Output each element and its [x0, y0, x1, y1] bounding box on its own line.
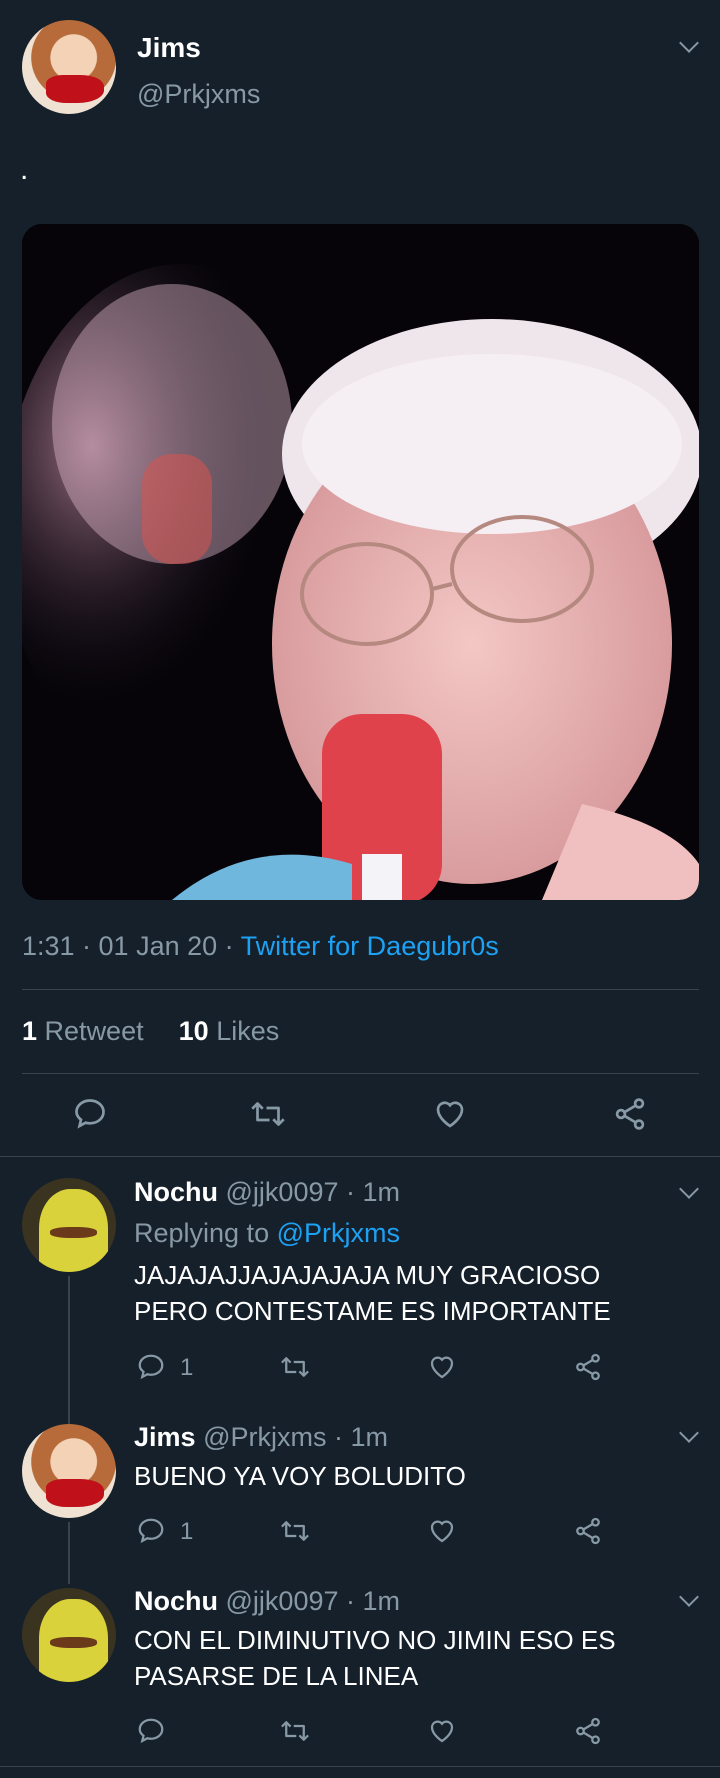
chevron-down-icon[interactable] [679, 33, 699, 53]
share-icon[interactable] [612, 1096, 648, 1132]
chevron-down-icon[interactable] [679, 1179, 699, 1199]
reply-author-name[interactable]: Nochu [134, 1586, 218, 1616]
divider [22, 1073, 699, 1074]
like-icon[interactable] [427, 1516, 457, 1546]
reply-meta: @jjk0097 · 1m [225, 1177, 400, 1207]
reply-count: 1 [180, 1354, 194, 1381]
reply-avatar[interactable] [22, 1588, 116, 1682]
retweets-stat[interactable]: 1 Retweet [22, 1016, 144, 1046]
replying-to: Replying to @Prkjxms [134, 1218, 400, 1248]
author-name[interactable]: Jims [137, 32, 201, 64]
chevron-down-icon[interactable] [679, 1423, 699, 1443]
reply-header: Nochu @jjk0097 · 1m [134, 1177, 400, 1208]
reply-text: CON EL DIMINUTIVO NO JIMIN ESO ES PASARS… [134, 1625, 616, 1691]
tweet-source[interactable]: Twitter for Daegubr0s [241, 931, 499, 961]
thread-line [68, 1276, 70, 1426]
like-icon[interactable] [427, 1352, 457, 1382]
like-icon[interactable] [427, 1716, 457, 1746]
author-avatar[interactable] [22, 20, 116, 114]
like-icon[interactable] [432, 1096, 468, 1132]
reply-icon[interactable] [136, 1352, 166, 1382]
retweet-icon[interactable] [248, 1096, 288, 1132]
tweet-timestamp-row: 1:31 · 01 Jan 20 · Twitter for Daegubr0s [22, 931, 499, 962]
reply-meta: @jjk0097 · 1m [225, 1586, 400, 1616]
tweet-timestamp: 1:31 · 01 Jan 20 · [22, 931, 241, 961]
tweet-photo[interactable] [22, 224, 699, 900]
divider [0, 1766, 720, 1767]
tweet-stats: 1 Retweet 10 Likes [22, 1016, 279, 1047]
author-handle[interactable]: @Prkjxms [137, 79, 260, 110]
reply-icon[interactable] [136, 1516, 166, 1546]
divider [22, 989, 699, 990]
thread-line [68, 1522, 70, 1584]
reply-count: 1 [180, 1518, 194, 1545]
retweet-icon[interactable] [278, 1516, 312, 1546]
share-icon[interactable] [573, 1352, 603, 1382]
reply-header: Nochu @jjk0097 · 1m [134, 1586, 400, 1617]
tweet-text: . [20, 153, 29, 186]
reply-meta: @Prkjxms · 1m [203, 1422, 388, 1452]
replying-to-handle[interactable]: @Prkjxms [277, 1218, 400, 1248]
likes-stat[interactable]: 10 Likes [179, 1016, 280, 1046]
reply-avatar[interactable] [22, 1424, 116, 1518]
reply-header: Jims @Prkjxms · 1m [134, 1422, 388, 1453]
reply-icon[interactable] [72, 1096, 108, 1132]
divider [0, 1156, 720, 1157]
retweet-icon[interactable] [278, 1352, 312, 1382]
reply-author-name[interactable]: Nochu [134, 1177, 218, 1207]
share-icon[interactable] [573, 1716, 603, 1746]
retweet-icon[interactable] [278, 1716, 312, 1746]
share-icon[interactable] [573, 1516, 603, 1546]
reply-text: BUENO YA VOY BOLUDITO [134, 1461, 466, 1491]
reply-text: JAJAJAJJAJAJAJAJA MUY GRACIOSO PERO CONT… [134, 1260, 611, 1326]
reply-author-name[interactable]: Jims [134, 1422, 196, 1452]
chevron-down-icon[interactable] [679, 1587, 699, 1607]
reply-icon[interactable] [136, 1716, 166, 1746]
reply-avatar[interactable] [22, 1178, 116, 1272]
